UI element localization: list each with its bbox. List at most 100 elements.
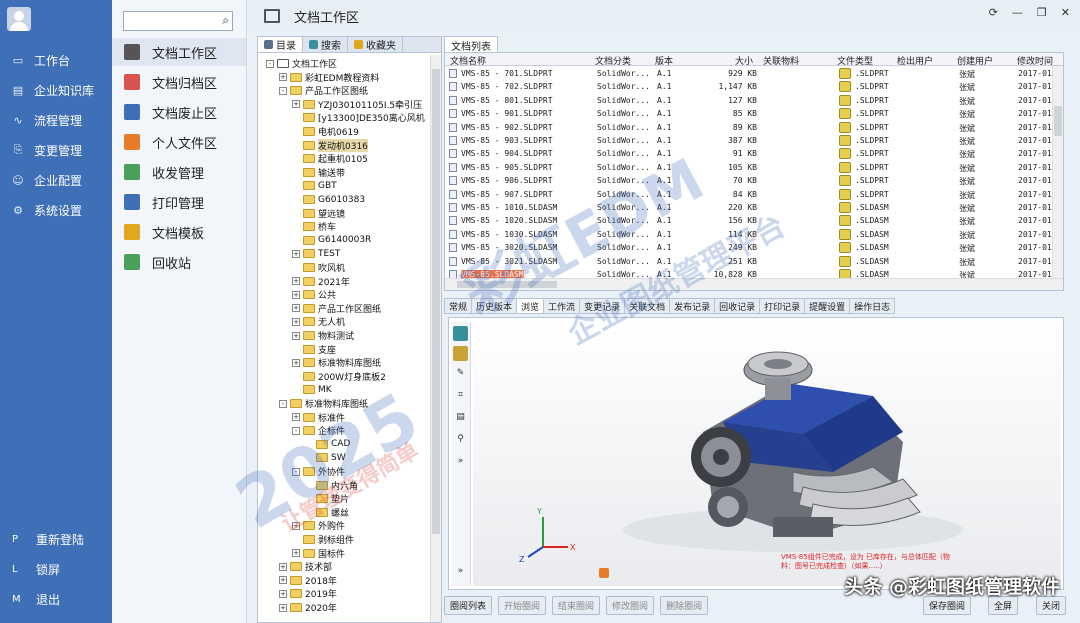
nav-item-4[interactable]: ☺ 企业配置 <box>0 167 112 193</box>
tree-node[interactable]: 200W灯身底板2 <box>292 370 386 383</box>
submenu-item-7[interactable]: 回收站 <box>112 248 246 276</box>
search-icon[interactable]: ⌕ <box>222 13 229 28</box>
tab-detail-4[interactable]: 变更记录 <box>580 298 626 314</box>
nav-item-1[interactable]: ▤ 企业知识库 <box>0 77 112 103</box>
tree-node[interactable]: G6010383 <box>292 193 365 206</box>
stamp-icon[interactable]: ⚲ <box>453 434 468 449</box>
column-header[interactable]: 检出用户 <box>897 54 933 67</box>
expand-bottom-icon[interactable]: » <box>453 566 468 581</box>
tab-detail-1[interactable]: 历史版本 <box>472 298 518 314</box>
user-avatar[interactable] <box>7 7 31 31</box>
submenu-item-6[interactable]: 文档模板 <box>112 218 246 246</box>
table-row[interactable]: VMS-85 - 701.SLDPRT SolidWor... A.1 929 KB.… <box>445 67 1063 80</box>
column-header[interactable]: 文档分类 <box>595 54 631 67</box>
tree-node[interactable]: - 企标件 <box>292 424 345 437</box>
submenu-item-1[interactable]: 文档归档区 <box>112 68 246 96</box>
explode-icon[interactable]: ▤ <box>453 412 468 427</box>
nav-item-2[interactable]: ∿ 流程管理 <box>0 107 112 133</box>
submenu-item-3[interactable]: 个人文件区 <box>112 128 246 156</box>
tree-node[interactable]: +2019年 <box>279 587 337 600</box>
expand-icon[interactable]: + <box>292 100 300 109</box>
tree-node[interactable]: + 产品工作区图纸 <box>292 302 381 315</box>
column-header[interactable]: 关联物料 <box>763 54 799 67</box>
table-row[interactable]: VMS-85 - 1010.SLDASM SolidWor... A.1 220 KB… <box>445 201 1063 214</box>
table-row[interactable]: VMS-85 - 901.SLDPRT SolidWor... A.1 85 KB .S… <box>445 107 1063 120</box>
tree-node[interactable]: - 外协件 <box>292 465 345 478</box>
tree-node[interactable]: + 标准件 <box>292 411 345 424</box>
markup-button-0[interactable]: 圈阅列表 <box>444 595 493 615</box>
expand-icon[interactable]: + <box>279 589 287 598</box>
tab-detail-2[interactable]: 浏览 <box>517 298 545 314</box>
tree-node[interactable]: 发动机0316 <box>292 138 368 152</box>
column-header[interactable]: 文档名称 <box>450 54 486 67</box>
rss-icon[interactable] <box>599 568 609 578</box>
table-row[interactable]: VMS-85 - 3020.SLDASM SolidWor... A.1 249 KB… <box>445 241 1063 254</box>
cube-view-icon[interactable] <box>453 326 468 341</box>
tree-node[interactable]: +2018年 <box>279 574 337 587</box>
tree-tab-1[interactable]: 搜索 <box>303 37 348 52</box>
tree-node[interactable]: SW <box>305 451 346 464</box>
tab-document-list[interactable]: 文档列表 <box>444 36 498 53</box>
expand-icon[interactable]: + <box>292 521 300 530</box>
tree-node[interactable]: + YZJ030101105Ⅰ.5牵引压 <box>292 98 422 111</box>
tree-node[interactable]: 输送带 <box>292 166 345 179</box>
markup-button-3[interactable]: 修改圈阅 <box>606 595 655 615</box>
tree-node[interactable]: GBT <box>292 179 337 192</box>
tree-node[interactable]: G6140003R <box>292 234 371 247</box>
expand-icon[interactable]: » <box>453 456 468 471</box>
tree-node[interactable]: +2020年 <box>279 601 337 614</box>
expand-icon[interactable]: + <box>279 603 287 612</box>
search-input[interactable]: ⌕ <box>123 11 233 31</box>
tree-node[interactable]: MK <box>292 383 332 396</box>
expand-icon[interactable]: + <box>292 413 300 422</box>
tree-node[interactable]: - 产品工作区图纸 <box>279 84 368 97</box>
tree-node[interactable]: + 物料测试 <box>292 329 354 342</box>
tree-node[interactable]: [y13300]DE350离心风机 <box>292 111 425 124</box>
column-header[interactable]: 修改时间 <box>1017 54 1053 67</box>
tree-node[interactable]: 桥车 <box>292 220 336 233</box>
table-row[interactable]: VMS-85 - 801.SLDPRT SolidWor... A.1 127 KB.… <box>445 94 1063 107</box>
tree-node[interactable]: + 标准物料库图纸 <box>292 356 381 369</box>
table-row[interactable]: VMS-85 - 906.SLDPRT SolidWor... A.1 70 KB .S… <box>445 174 1063 187</box>
tree-node[interactable]: + 彩虹EDM教程资料 <box>279 71 379 84</box>
tree-node[interactable]: 垫片 <box>305 492 349 505</box>
tree-node[interactable]: CAD <box>305 438 350 451</box>
tree-node[interactable]: +2021年 <box>292 275 350 288</box>
tree-node[interactable]: 电机0619 <box>292 125 359 138</box>
column-header[interactable]: 大小 <box>735 54 753 67</box>
tab-detail-6[interactable]: 发布记录 <box>670 298 716 314</box>
expand-icon[interactable]: + <box>292 249 300 258</box>
tree-node[interactable]: - 标准物料库图纸 <box>279 397 368 410</box>
collapse-icon[interactable]: - <box>279 86 287 95</box>
tree-node[interactable]: + 技术部 <box>279 560 332 573</box>
tree-node[interactable]: 吹风机 <box>292 261 345 274</box>
table-row[interactable]: VMS-85 - 907.SLDPRT SolidWor... A.1 84 KB .S… <box>445 188 1063 201</box>
tree-node[interactable]: 支座 <box>292 343 336 356</box>
table-row[interactable]: VMS-85 - 3021.SLDASM SolidWor... A.1 251 KB… <box>445 255 1063 268</box>
submenu-item-4[interactable]: 收发管理 <box>112 158 246 186</box>
table-row[interactable]: VMS-85 - 1030.SLDASM SolidWor... A.1 114 KB… <box>445 228 1063 241</box>
tree-node[interactable]: - 文档工作区 <box>266 57 337 70</box>
engine-3d-model[interactable]: Y X Z <box>473 322 1061 586</box>
tab-detail-0[interactable]: 常规 <box>444 298 473 314</box>
tree-node[interactable]: 起重机0105 <box>292 152 368 165</box>
tree-node[interactable]: + TEST <box>292 247 340 260</box>
expand-icon[interactable]: + <box>292 549 300 558</box>
tab-detail-9[interactable]: 提醒设置 <box>805 298 851 314</box>
submenu-item-5[interactable]: 打印管理 <box>112 188 246 216</box>
tree-tab-2[interactable]: 收藏夹 <box>348 37 403 52</box>
expand-icon[interactable]: + <box>292 290 300 299</box>
column-header[interactable]: 创建用户 <box>957 54 993 67</box>
tree-node[interactable]: + 外购件 <box>292 519 345 532</box>
nav-bottom-item-2[interactable]: M 退出 <box>0 588 112 610</box>
tab-detail-8[interactable]: 打印记录 <box>760 298 806 314</box>
tab-detail-5[interactable]: 关联文档 <box>625 298 671 314</box>
tree-tab-0[interactable]: 目录 <box>258 37 303 52</box>
tree-node[interactable]: 内六角 <box>305 479 358 492</box>
markup-button-2[interactable]: 结束圈阅 <box>552 595 601 615</box>
table-row[interactable]: VMS-85 - 902.SLDPRT SolidWor... A.1 89 KB .S… <box>445 121 1063 134</box>
table-vertical-scrollbar[interactable] <box>1052 66 1063 279</box>
tab-detail-7[interactable]: 回收记录 <box>715 298 761 314</box>
tree-node[interactable]: 望远镜 <box>292 207 345 220</box>
expand-icon[interactable]: + <box>292 304 300 313</box>
